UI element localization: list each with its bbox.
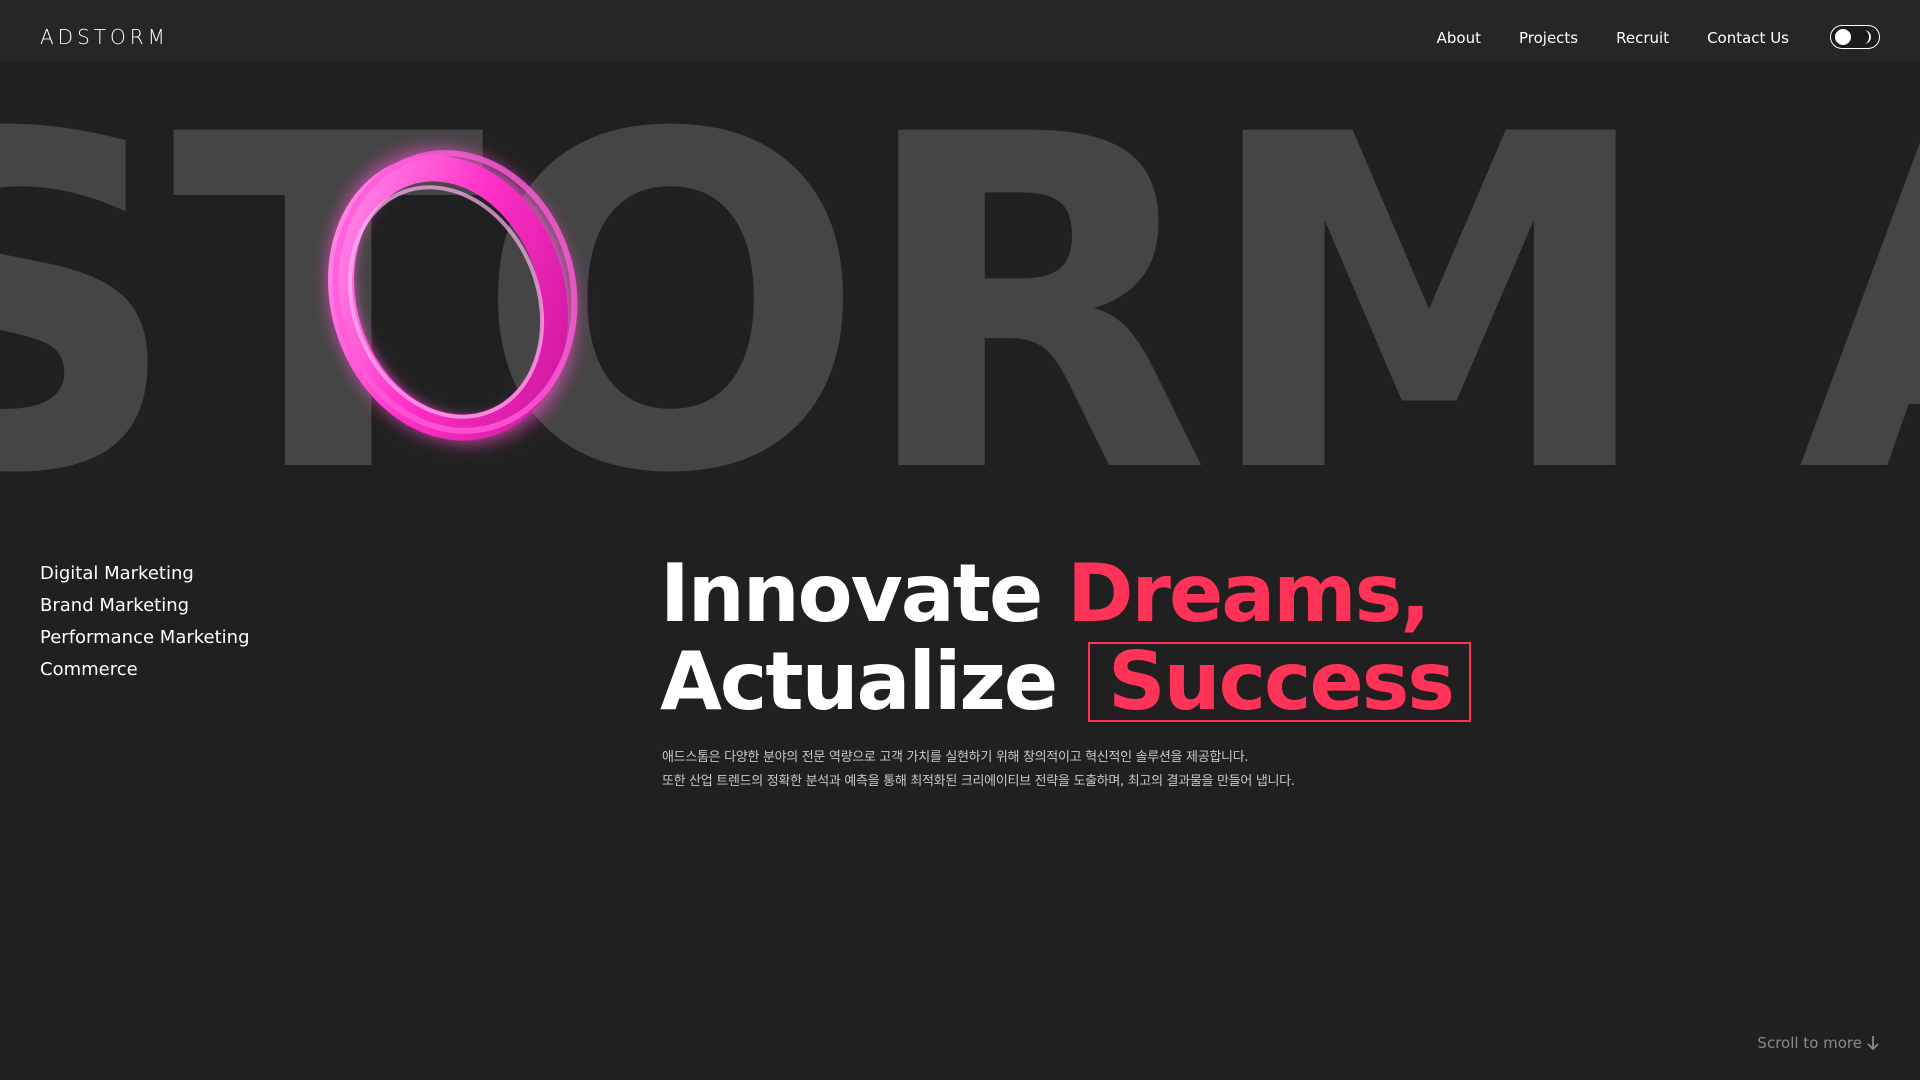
toggle-knob [1835, 29, 1851, 45]
service-performance-marketing[interactable]: Performance Marketing [40, 622, 250, 654]
main-nav: About Projects Recruit Contact Us [1437, 0, 1789, 76]
theme-toggle[interactable] [1830, 25, 1880, 49]
nav-recruit[interactable]: Recruit [1616, 29, 1669, 47]
logo-wordmark: ADSTORM [40, 27, 169, 49]
service-digital-marketing[interactable]: Digital Marketing [40, 558, 250, 590]
adstorm-logo[interactable]: ADSTORM [40, 27, 216, 51]
description-line-1: 애드스톰은 다양한 분야의 전문 역량으로 고객 가치를 실현하기 위해 창의적… [662, 750, 1249, 765]
moon-icon [1864, 30, 1871, 44]
page: ADSTORM About Projects Recruit Contact U… [0, 0, 1920, 1080]
headline-line-2: Actualize Success [660, 638, 1471, 726]
hero-headline: Innovate Dreams, Actualize Success [660, 550, 1471, 726]
nav-about[interactable]: About [1437, 29, 1481, 47]
service-brand-marketing[interactable]: Brand Marketing [40, 590, 250, 622]
scroll-to-more-label: Scroll to more [1757, 1034, 1862, 1052]
headline-actualize: Actualize [660, 635, 1058, 728]
headline-dreams: Dreams, [1067, 547, 1430, 640]
hero-description: 애드스톰은 다양한 분야의 전문 역량으로 고객 가치를 실현하기 위해 창의적… [662, 746, 1295, 794]
svg-text:ADSTORM: ADSTORM [40, 27, 169, 49]
nav-contact-us[interactable]: Contact Us [1707, 29, 1789, 47]
headline-line-1: Innovate Dreams, [660, 550, 1471, 638]
arrow-down-icon [1867, 1036, 1879, 1051]
description-line-2: 또한 산업 트렌드의 정확한 분석과 예측을 통해 최적화된 크리에이티브 전략… [662, 774, 1295, 789]
headline-success-box: Success [1088, 642, 1471, 722]
site-header: ADSTORM About Projects Recruit Contact U… [0, 0, 1920, 62]
service-commerce[interactable]: Commerce [40, 654, 250, 686]
headline-innovate: Innovate [660, 547, 1068, 640]
services-list: Digital Marketing Brand Marketing Perfor… [40, 558, 250, 686]
scroll-to-more[interactable]: Scroll to more [1757, 1034, 1880, 1052]
nav-projects[interactable]: Projects [1519, 29, 1578, 47]
hero-background-word: STORM ADS [0, 120, 1920, 480]
